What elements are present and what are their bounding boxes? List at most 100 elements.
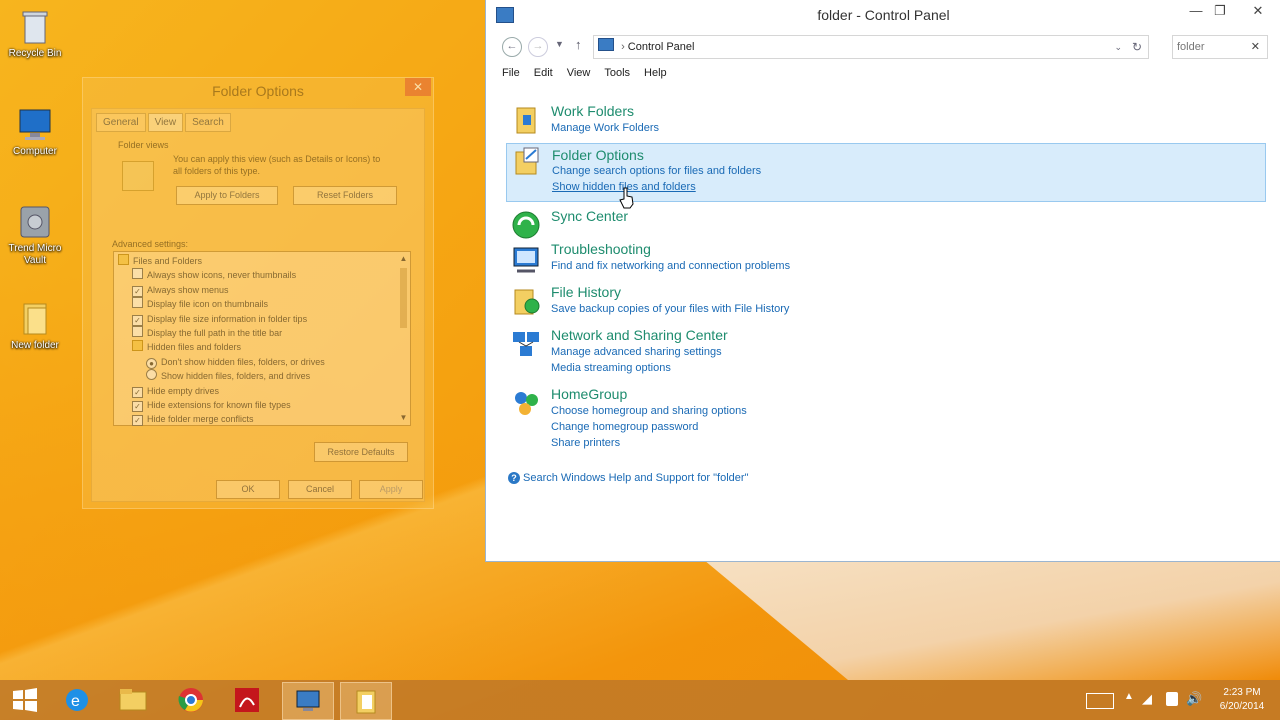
keyboard-icon[interactable]	[1086, 693, 1114, 709]
cp-item-heading[interactable]: HomeGroup	[551, 386, 627, 402]
scrollbar[interactable]: ▲ ▼	[398, 254, 409, 422]
advanced-setting-row[interactable]: Files and Folders	[118, 254, 410, 268]
vault-icon	[16, 203, 54, 241]
desktop-icon-trend-micro-vault[interactable]: Trend Micro Vault	[0, 203, 70, 267]
desktop-icon-recycle-bin[interactable]: Recycle Bin	[0, 8, 70, 60]
apply-button[interactable]: Apply	[359, 480, 423, 499]
checkbox[interactable]	[132, 325, 143, 337]
clear-search-icon[interactable]: ✕	[1251, 36, 1260, 58]
cp-item-heading[interactable]: Network and Sharing Center	[551, 327, 728, 343]
checkbox[interactable]: ✓	[132, 285, 143, 297]
forward-icon[interactable]: →	[528, 37, 548, 57]
cp-item-link[interactable]: Manage advanced sharing settings	[551, 346, 722, 358]
computer-icon	[16, 106, 54, 144]
search-value: folder	[1177, 41, 1205, 53]
chevron-down-icon[interactable]: ⌄	[1114, 36, 1122, 58]
menu-file[interactable]: File	[502, 67, 520, 79]
reset-folders-button[interactable]: Reset Folders	[293, 186, 397, 205]
checkbox[interactable]: ✓	[132, 386, 143, 398]
advanced-setting-row[interactable]: Hidden files and folders	[118, 340, 410, 354]
menu-view[interactable]: View	[567, 67, 591, 79]
cp-item-work-folders: Work Folders Manage Work Folders	[506, 103, 1266, 137]
minimize-button[interactable]: —	[1184, 0, 1208, 22]
scroll-down-icon[interactable]: ▼	[398, 413, 409, 422]
checkbox[interactable]	[132, 297, 143, 309]
network-tray-icon[interactable]: ◢	[1142, 691, 1152, 707]
start-button[interactable]	[0, 682, 50, 718]
advanced-setting-row[interactable]: Display the full path in the title bar	[118, 325, 410, 340]
close-button[interactable]: ✕	[1235, 0, 1280, 22]
folder-views-heading: Folder views	[118, 140, 169, 150]
taskbar-file-explorer[interactable]	[108, 682, 158, 718]
address-bar[interactable]: › Control Panel ⌄ ↻	[593, 35, 1149, 59]
advanced-setting-row[interactable]: Always show icons, never thumbnails	[118, 268, 410, 282]
cp-item-link[interactable]: Manage Work Folders	[551, 122, 659, 134]
cp-item-link[interactable]: Change homegroup password	[551, 421, 698, 433]
menu-help[interactable]: Help	[644, 67, 667, 79]
radio-button[interactable]: ●	[146, 357, 157, 369]
advanced-settings-list[interactable]: Files and Folders Always show icons, neve…	[113, 251, 411, 427]
taskbar-folder-options[interactable]	[340, 682, 392, 720]
action-center-icon[interactable]	[1166, 692, 1178, 706]
up-icon[interactable]: ↑	[575, 37, 582, 52]
advanced-setting-row[interactable]: ✓ Hide folder merge conflicts	[118, 412, 410, 427]
cp-item-heading[interactable]: Troubleshooting	[551, 241, 651, 257]
ok-button[interactable]: OK	[216, 480, 280, 499]
tab-search[interactable]: Search	[185, 113, 231, 132]
checkbox[interactable]	[132, 268, 143, 280]
desktop-icon-new-folder[interactable]: New folder	[0, 300, 70, 352]
radio-button[interactable]	[146, 369, 157, 381]
file-explorer-icon	[119, 689, 147, 711]
taskbar-control-panel[interactable]	[282, 682, 334, 720]
scroll-thumb[interactable]	[400, 268, 407, 328]
cancel-button[interactable]: Cancel	[288, 480, 352, 499]
cp-item-link[interactable]: Media streaming options	[551, 362, 671, 374]
advanced-setting-row[interactable]: Display file icon on thumbnails	[118, 297, 410, 311]
tab-general[interactable]: General	[96, 113, 146, 132]
desktop-icon-computer[interactable]: Computer	[0, 106, 70, 158]
advanced-setting-row[interactable]: ✓ Hide empty drives	[118, 384, 410, 398]
maximize-button[interactable]: ❐	[1208, 0, 1232, 22]
control-panel-window[interactable]: folder - Control Panel — ❐ ✕ ← → ▼ ↑ › C…	[485, 0, 1280, 562]
cp-item-heading[interactable]: File History	[551, 284, 621, 300]
volume-icon[interactable]: 🔊	[1186, 691, 1202, 707]
back-icon[interactable]: ←	[502, 37, 522, 57]
close-button[interactable]: ✕	[405, 78, 431, 96]
restore-defaults-button[interactable]: Restore Defaults	[314, 442, 408, 462]
checkbox[interactable]: ✓	[132, 314, 143, 326]
search-input[interactable]: folder ✕	[1172, 35, 1268, 59]
advanced-setting-row[interactable]: ✓ Hide extensions for known file types	[118, 398, 410, 412]
show-hidden-icons-icon[interactable]: ▲	[1124, 691, 1134, 702]
cp-item-heading[interactable]: Work Folders	[551, 103, 634, 119]
cp-item-heading[interactable]: Sync Center	[551, 208, 628, 224]
advanced-setting-row[interactable]: Show hidden files, folders, and drives	[118, 369, 410, 383]
advanced-setting-row[interactable]: ✓ Always show menus	[118, 283, 410, 297]
menu-edit[interactable]: Edit	[534, 67, 553, 79]
cp-item-link[interactable]: Change search options for files and fold…	[552, 165, 761, 177]
apply-to-folders-button[interactable]: Apply to Folders	[176, 186, 278, 205]
taskbar-internet-explorer[interactable]: e	[52, 682, 102, 718]
title-bar[interactable]: folder - Control Panel — ❐ ✕	[486, 0, 1280, 30]
tab-view[interactable]: View	[147, 113, 184, 132]
advanced-setting-row[interactable]: ● Don't show hidden files, folders, or dr…	[118, 355, 410, 369]
cp-item-link[interactable]: Share printers	[551, 437, 620, 449]
refresh-icon[interactable]: ↻	[1132, 36, 1142, 58]
folder-options-dialog[interactable]: Folder Options ✕ General View Search Fol…	[82, 77, 434, 509]
taskbar-chrome[interactable]	[166, 682, 216, 718]
taskbar-acrobat[interactable]	[222, 682, 272, 718]
cp-item-link[interactable]: Save backup copies of your files with Fi…	[551, 303, 789, 315]
taskbar: e ▲ ◢ 🔊 2:23 PM 6/20/2014	[0, 680, 1280, 720]
cp-item-link[interactable]: Find and fix networking and connection p…	[551, 260, 790, 272]
cp-item-link[interactable]: Choose homegroup and sharing options	[551, 405, 747, 417]
clock[interactable]: 2:23 PM 6/20/2014	[1214, 686, 1270, 714]
advanced-setting-row[interactable]: ✓ Display file size information in folder…	[118, 312, 410, 326]
desktop-icon-label: Trend Micro Vault	[8, 243, 62, 266]
checkbox[interactable]: ✓	[132, 400, 143, 412]
cp-item-heading[interactable]: Folder Options	[552, 147, 644, 163]
recent-pages-icon[interactable]: ▼	[555, 39, 564, 49]
checkbox[interactable]: ✓	[132, 415, 143, 427]
scroll-up-icon[interactable]: ▲	[398, 254, 409, 263]
menu-tools[interactable]: Tools	[604, 67, 630, 79]
help-search-link[interactable]: ? Search Windows Help and Support for "f…	[508, 472, 748, 484]
breadcrumb[interactable]: Control Panel	[628, 41, 695, 53]
